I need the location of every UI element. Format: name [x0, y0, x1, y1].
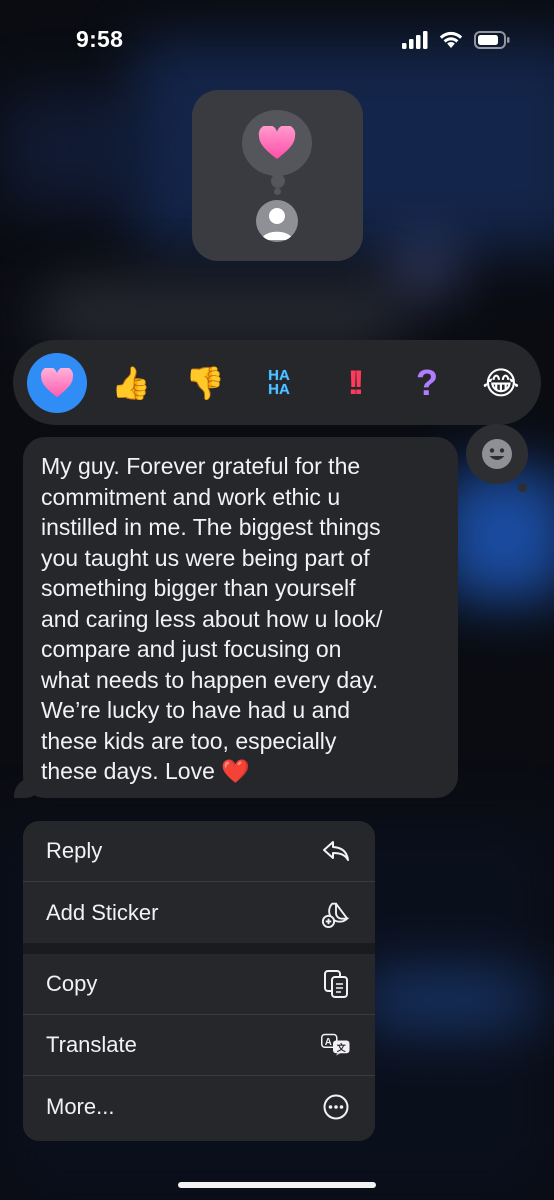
menu-item-label: Add Sticker: [46, 899, 159, 925]
tapback-thumbs-down-button[interactable]: 👎: [175, 353, 235, 413]
ellipsis-circle-icon: [321, 1092, 351, 1122]
avatar: [256, 200, 298, 242]
menu-item-more[interactable]: More...: [23, 1076, 375, 1137]
heart-icon: [40, 368, 74, 398]
context-menu: Reply Add Sticker Copy Translate A 文 Mor…: [23, 821, 375, 1141]
menu-item-translate[interactable]: Translate A 文: [23, 1015, 375, 1076]
battery-icon: [474, 30, 510, 49]
haha-icon: HA HA: [268, 367, 290, 398]
double-exclamation-icon: !!: [347, 363, 364, 402]
menu-item-label: Copy: [46, 971, 98, 996]
tapback-haha-button[interactable]: HA HA: [249, 353, 309, 413]
message-bubble[interactable]: My guy. Forever grateful for the commitm…: [23, 437, 458, 798]
tapback-laugh-button[interactable]: 😂: [471, 353, 531, 413]
message-text: My guy. Forever grateful for the commitm…: [41, 453, 383, 784]
home-indicator[interactable]: [178, 1182, 376, 1188]
translate-icon: A 文: [321, 1030, 351, 1060]
add-emoji-button[interactable]: [466, 424, 528, 484]
svg-text:文: 文: [336, 1042, 347, 1054]
thumbs-down-icon: 👎: [185, 365, 225, 401]
menu-group-separator: [23, 943, 375, 954]
question-icon: ?: [416, 362, 438, 403]
svg-text:A: A: [325, 1037, 332, 1048]
tapback-question-button[interactable]: ?: [397, 353, 457, 413]
add-sticker-icon: [321, 898, 351, 928]
menu-item-label: Reply: [46, 838, 103, 863]
tapback-heart-button[interactable]: [27, 353, 87, 413]
status-icons: [402, 30, 510, 49]
wifi-icon: [439, 31, 463, 48]
menu-item-add-sticker[interactable]: Add Sticker: [23, 882, 375, 943]
tapback-thumbs-up-button[interactable]: 👍: [101, 353, 161, 413]
menu-item-label: Translate: [46, 1032, 137, 1057]
reply-arrow-icon: [321, 836, 351, 866]
tapback-emphasize-button[interactable]: !!: [323, 353, 383, 413]
menu-item-label: More...: [46, 1093, 115, 1119]
menu-item-reply[interactable]: Reply: [23, 821, 375, 882]
laughing-face-icon: 😂: [482, 365, 520, 401]
tapback-bar: 👍 👎 HAHA !! ? 😂 ❤: [13, 340, 541, 425]
status-time: 9:58: [76, 26, 124, 52]
copy-document-icon: [321, 969, 351, 999]
avatar-placeholder-icon: [261, 208, 293, 240]
emoji-smiley-icon: [482, 439, 512, 469]
signal-icon: [402, 30, 428, 49]
reaction-preview-bubble: [242, 110, 312, 176]
heart-icon: [258, 126, 296, 159]
thumbs-up-icon: 👍: [111, 365, 151, 401]
reaction-preview-card: [192, 90, 363, 261]
menu-item-copy[interactable]: Copy: [23, 954, 375, 1015]
